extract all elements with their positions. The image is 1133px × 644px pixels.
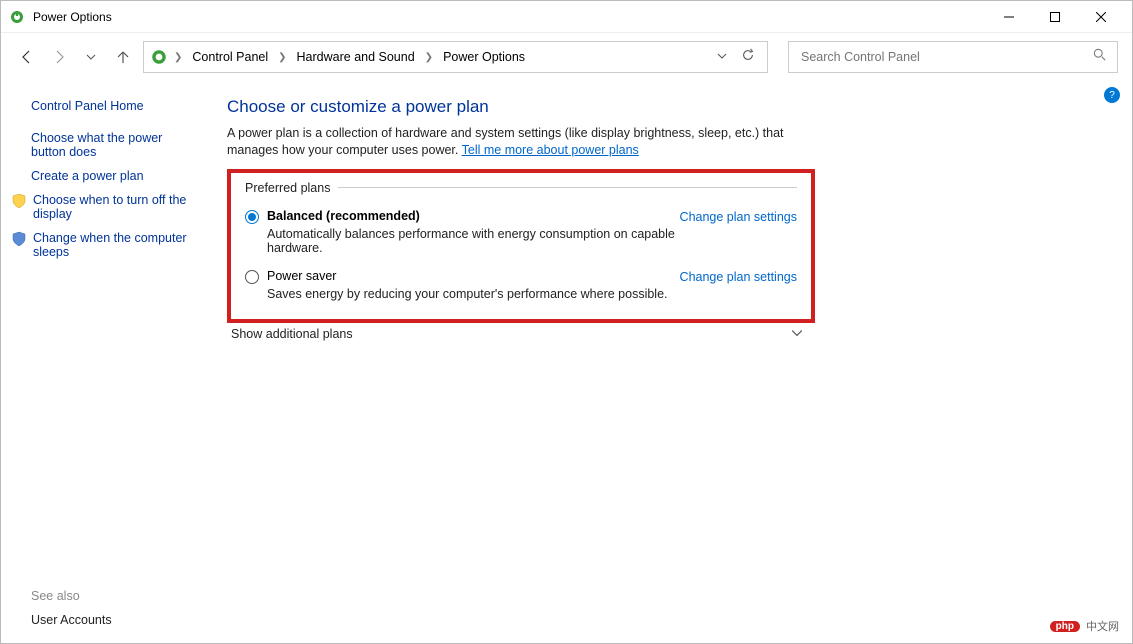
plan-description: Automatically balances performance with … [267, 227, 680, 255]
change-plan-link[interactable]: Change plan settings [680, 269, 797, 284]
watermark: php 中文网 [1050, 618, 1119, 634]
window-frame: Power Options ❯ Control Panel ❯ Hardware… [0, 0, 1133, 644]
chevron-right-icon[interactable]: ❯ [423, 52, 435, 63]
learn-more-link[interactable]: Tell me more about power plans [462, 143, 639, 157]
breadcrumb-power-options[interactable]: Power Options [439, 48, 529, 66]
show-more-label: Show additional plans [231, 327, 353, 341]
plan-row-powersaver: Power saver Saves energy by reducing you… [245, 269, 797, 301]
sidebar-link-sleep[interactable]: Change when the computer sleeps [31, 231, 197, 259]
search-box[interactable] [788, 41, 1118, 73]
help-icon[interactable]: ? [1104, 87, 1120, 103]
chevron-down-icon [791, 327, 803, 342]
sidebar-link-display-off[interactable]: Choose when to turn off the display [31, 193, 197, 221]
page-heading: Choose or customize a power plan [227, 97, 1108, 117]
sidebar-link-create-plan[interactable]: Create a power plan [31, 169, 197, 183]
radio-balanced[interactable] [245, 210, 259, 224]
plan-row-balanced: Balanced (recommended) Automatically bal… [245, 209, 797, 255]
maximize-button[interactable] [1032, 3, 1078, 31]
change-plan-link[interactable]: Change plan settings [680, 209, 797, 224]
power-options-icon [150, 48, 168, 66]
sidebar-link-label: Choose when to turn off the display [33, 193, 197, 221]
control-panel-home-link[interactable]: Control Panel Home [31, 99, 197, 113]
back-button[interactable] [15, 45, 39, 69]
show-additional-plans[interactable]: Show additional plans [231, 327, 803, 342]
breadcrumb-control-panel[interactable]: Control Panel [188, 48, 272, 66]
close-button[interactable] [1078, 3, 1124, 31]
shield-icon [11, 231, 27, 247]
see-also-user-accounts[interactable]: User Accounts [31, 613, 112, 627]
chevron-right-icon[interactable]: ❯ [172, 52, 184, 63]
page-description: A power plan is a collection of hardware… [227, 125, 807, 159]
plan-name[interactable]: Balanced (recommended) [267, 209, 680, 223]
watermark-badge: php [1050, 621, 1080, 632]
minimize-button[interactable] [986, 3, 1032, 31]
body: Control Panel Home Choose what the power… [1, 81, 1132, 643]
see-also-heading: See also [31, 589, 112, 603]
forward-button[interactable] [47, 45, 71, 69]
plan-description: Saves energy by reducing your computer's… [267, 287, 680, 301]
breadcrumb-hardware-sound[interactable]: Hardware and Sound [293, 48, 419, 66]
sidebar: Control Panel Home Choose what the power… [1, 81, 211, 643]
recent-dropdown-button[interactable] [79, 45, 103, 69]
shield-icon [11, 193, 27, 209]
address-bar[interactable]: ❯ Control Panel ❯ Hardware and Sound ❯ P… [143, 41, 768, 73]
window-title: Power Options [33, 10, 986, 24]
title-bar: Power Options [1, 1, 1132, 33]
search-input[interactable] [799, 49, 1093, 65]
plan-name[interactable]: Power saver [267, 269, 680, 283]
search-icon[interactable] [1093, 48, 1107, 67]
radio-power-saver[interactable] [245, 270, 259, 284]
window-controls [986, 3, 1124, 31]
see-also-section: See also User Accounts [31, 589, 112, 627]
watermark-text: 中文网 [1086, 618, 1119, 634]
section-label: Preferred plans [245, 181, 797, 195]
chevron-down-icon[interactable] [717, 48, 727, 66]
sidebar-link-power-button[interactable]: Choose what the power button does [31, 131, 197, 159]
chevron-right-icon[interactable]: ❯ [276, 52, 288, 63]
up-button[interactable] [111, 45, 135, 69]
sidebar-link-label: Change when the computer sleeps [33, 231, 197, 259]
power-options-icon [9, 9, 25, 25]
refresh-button[interactable] [741, 48, 755, 67]
main-content: ? Choose or customize a power plan A pow… [211, 81, 1132, 643]
preferred-plans-section: Preferred plans Balanced (recommended) A… [227, 169, 815, 323]
nav-bar: ❯ Control Panel ❯ Hardware and Sound ❯ P… [1, 33, 1132, 81]
